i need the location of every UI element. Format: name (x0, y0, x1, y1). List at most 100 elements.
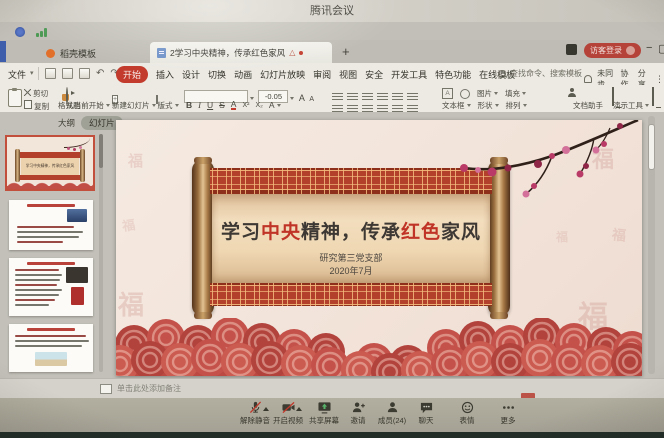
thumb2-text-line (17, 226, 74, 228)
scroll-band-bottom (210, 283, 492, 306)
cloud-pattern (116, 318, 642, 376)
thumb4-text-line (15, 335, 86, 337)
slide-thumbnail-2[interactable] (9, 200, 93, 250)
warning-triangle-icon: △ (289, 48, 295, 57)
thumb3-photo-dark (66, 267, 88, 283)
chat-icon (419, 401, 434, 414)
paste-button[interactable] (8, 89, 22, 107)
tab-animation[interactable]: 动画 (234, 68, 252, 81)
members-icon (385, 401, 400, 414)
copy-button[interactable]: 复制 (24, 100, 49, 112)
camera-off-icon (281, 401, 296, 414)
preview-icon[interactable] (79, 68, 90, 79)
shape-button[interactable]: 形状 (478, 100, 499, 111)
app-menu-icon[interactable] (566, 44, 577, 55)
thumb3-text-line (15, 299, 55, 301)
insert-group-row2: 文本框 形状 排列 (442, 100, 527, 111)
more-icon (501, 401, 516, 414)
document-icon (157, 48, 166, 58)
guest-login-label: 访客登录 (590, 45, 622, 56)
sidebar-scrollbar-thumb[interactable] (99, 134, 103, 168)
minimize-button[interactable]: − (646, 42, 652, 54)
strike-button[interactable]: S (219, 100, 225, 110)
print-icon[interactable] (62, 68, 73, 79)
cut-button[interactable]: 剪切 (24, 88, 48, 99)
chat-button[interactable]: 聊天 (403, 401, 449, 426)
save-icon[interactable] (45, 68, 56, 79)
font-color-icon[interactable]: A (231, 100, 237, 110)
text-effects-icon[interactable]: A (269, 100, 281, 110)
display-switch-icon[interactable] (652, 88, 654, 106)
cut-icon (24, 89, 31, 96)
picture-button[interactable]: 图片 (477, 88, 498, 99)
new-tab-button[interactable]: + (342, 44, 350, 59)
decrease-font-icon[interactable]: A (309, 96, 314, 103)
bold-button[interactable]: B (186, 100, 192, 110)
tab-view[interactable]: 视图 (339, 68, 357, 81)
undo-icon[interactable]: ↶ (96, 69, 104, 79)
more-button[interactable]: 更多 (485, 401, 531, 426)
file-menu-caret-icon[interactable]: ▾ (30, 69, 34, 77)
slide-thumbnail-1-selected[interactable]: 学习中央精神，传承红色家风 (5, 135, 95, 191)
thumb2-photo (67, 209, 87, 222)
slide-thumbnail-3[interactable] (9, 258, 93, 316)
thumb3-text-line (15, 294, 59, 296)
shape-oval-icon[interactable] (460, 89, 470, 99)
notes-placeholder[interactable]: 单击此处添加备注 (117, 383, 181, 394)
fill-button[interactable]: 填充 (505, 88, 526, 99)
maximize-button[interactable]: ▢ (658, 42, 664, 55)
thumb3-text-line (15, 269, 59, 271)
slide-title: 学习中央精神，传承红色家风 (206, 217, 496, 244)
thumb3-text-line (15, 289, 62, 291)
fu-watermark: 福 (118, 285, 144, 322)
tab-template-store[interactable]: 稻壳模板 (46, 44, 96, 62)
tab-slideshow[interactable]: 幻灯片放映 (260, 68, 305, 81)
tab-active-document[interactable]: 2学习中央精神，传承红色家风 △ (150, 42, 332, 63)
sidebar-scrollbar-track[interactable] (99, 134, 103, 372)
thumb3-text-line (15, 304, 49, 306)
italic-button[interactable]: I (198, 100, 201, 110)
search-placeholder: 查找命令、搜索模板 (510, 68, 582, 79)
arrange-button[interactable]: 排列 (506, 100, 527, 111)
slide-canvas[interactable]: 福 福 福 福 福 福 福 福 学习中央精神，传承红色家风 研究第三党支部 20… (116, 120, 642, 376)
guest-login-button[interactable]: 访客登录 (584, 43, 641, 58)
superscript-icon[interactable]: X² (242, 102, 249, 109)
slide-thumbnail-4[interactable] (9, 324, 93, 372)
slide-subtitle-date: 2020年7月 (212, 264, 490, 277)
meeting-status-strip (0, 22, 664, 41)
sidebar-header: 大纲 幻灯片 (58, 116, 123, 130)
copy-icon (24, 100, 32, 109)
tab-home[interactable]: 开始 (116, 66, 148, 83)
cloud-sync-icon (584, 75, 592, 83)
more-menu-icon[interactable]: ⋮ (655, 74, 664, 85)
tab-devtools[interactable]: 开发工具 (391, 68, 427, 81)
network-signal-icon (36, 28, 50, 37)
fu-watermark: 福 (556, 228, 568, 245)
tab-review[interactable]: 审阅 (313, 68, 331, 81)
command-search[interactable]: 查找命令、搜索模板 (498, 68, 582, 79)
tab-security[interactable]: 安全 (365, 68, 383, 81)
thumb2-title-line (27, 204, 74, 207)
text-direction-icon[interactable]: A (442, 88, 453, 99)
tab-design[interactable]: 设计 (182, 68, 200, 81)
tab-features[interactable]: 特色功能 (435, 68, 471, 81)
thumb2-text-line (17, 231, 83, 233)
fu-watermark: 福 (128, 150, 143, 171)
tab-document-label: 2学习中央精神，传承红色家风 (170, 47, 285, 59)
emoji-button[interactable]: 表情 (444, 401, 490, 426)
mini-slide-title: 学习中央精神，传承红色家风 (23, 163, 76, 169)
mini-plum-branch-icon (64, 138, 90, 148)
font-group-row2: B I U S A X² X₂ A (186, 100, 281, 110)
text-box-button[interactable]: 文本框 (442, 100, 471, 111)
main-scrollbar-thumb[interactable] (648, 124, 655, 170)
tab-insert[interactable]: 插入 (156, 68, 174, 81)
subscript-icon[interactable]: X₂ (255, 102, 262, 109)
thumb4-text-line (15, 345, 82, 347)
file-menu-button[interactable]: 文件 (8, 68, 26, 81)
underline-button[interactable]: U (207, 100, 213, 110)
tab-transition[interactable]: 切换 (208, 68, 226, 81)
thumb3-title-line (27, 262, 74, 265)
tab-outline[interactable]: 大纲 (58, 117, 75, 129)
thumb3-red-book (71, 287, 84, 305)
increase-font-icon[interactable]: A (299, 93, 305, 103)
